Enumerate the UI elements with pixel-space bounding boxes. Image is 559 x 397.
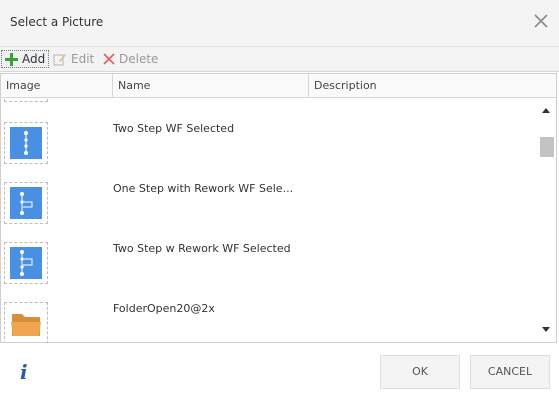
cancel-button[interactable]: CANCEL bbox=[470, 355, 550, 389]
row-name: FolderOpen20@2x bbox=[113, 302, 215, 315]
folder-open-icon bbox=[11, 314, 41, 336]
one-step-rework-workflow-icon bbox=[10, 187, 42, 219]
plus-icon bbox=[5, 52, 18, 66]
grid-rows: Two Step WF Selected One Step with Rewor… bbox=[1, 98, 538, 342]
scroll-up-icon[interactable] bbox=[542, 108, 550, 113]
close-icon[interactable] bbox=[533, 13, 549, 29]
add-label: Add bbox=[22, 52, 46, 66]
row-name: One Step with Rework WF Sele... bbox=[113, 182, 294, 195]
row-name: Two Step w Rework WF Selected bbox=[113, 242, 291, 255]
edit-button[interactable]: Edit bbox=[53, 50, 94, 68]
edit-label: Edit bbox=[71, 52, 95, 66]
table-row[interactable]: Two Step w Rework WF Selected bbox=[1, 242, 538, 302]
vertical-scrollbar[interactable] bbox=[538, 98, 555, 342]
table-row[interactable]: FolderOpen20@2x bbox=[1, 302, 538, 342]
grid-header: Image Name Description bbox=[1, 74, 556, 98]
two-step-rework-workflow-icon bbox=[10, 247, 42, 279]
column-header-image[interactable]: Image bbox=[1, 74, 113, 97]
column-header-description[interactable]: Description bbox=[309, 74, 538, 97]
dialog-titlebar: Select a Picture bbox=[0, 0, 559, 47]
table-row[interactable]: Two Step WF Selected bbox=[1, 122, 538, 182]
delete-button[interactable]: Delete bbox=[103, 50, 158, 68]
table-row[interactable]: One Step with Rework WF Sele... bbox=[1, 182, 538, 242]
partial-thumbnail bbox=[4, 98, 48, 102]
ok-button[interactable]: OK bbox=[380, 355, 460, 389]
add-button[interactable]: Add bbox=[1, 50, 49, 68]
delete-label: Delete bbox=[119, 52, 159, 66]
scrollbar-thumb[interactable] bbox=[540, 137, 554, 157]
toolbar: Add Edit Delete bbox=[0, 47, 559, 72]
column-header-name[interactable]: Name bbox=[113, 74, 309, 97]
row-name: Two Step WF Selected bbox=[113, 122, 235, 135]
thumbnail bbox=[4, 122, 48, 164]
scroll-down-icon[interactable] bbox=[542, 327, 550, 332]
dialog-title: Select a Picture bbox=[10, 15, 104, 29]
two-step-workflow-icon bbox=[10, 127, 42, 159]
picture-grid: Image Name Description Two Step WF Selec… bbox=[0, 73, 557, 343]
delete-icon bbox=[103, 53, 115, 65]
edit-icon bbox=[53, 54, 66, 66]
thumbnail bbox=[4, 242, 48, 284]
info-icon[interactable]: i bbox=[20, 360, 28, 384]
thumbnail bbox=[4, 302, 48, 342]
thumbnail bbox=[4, 182, 48, 224]
